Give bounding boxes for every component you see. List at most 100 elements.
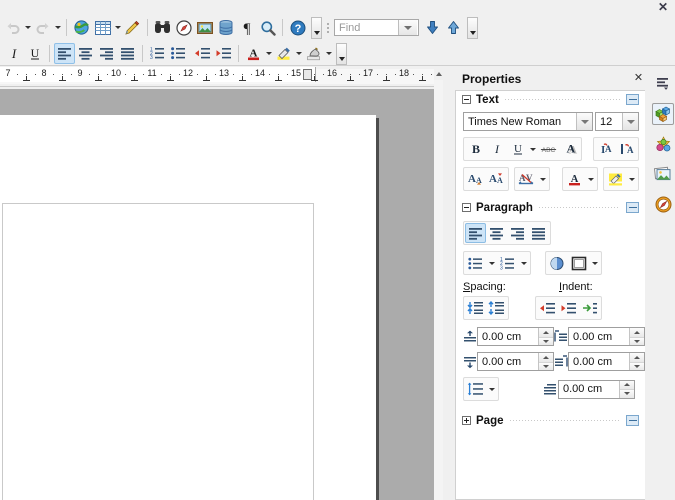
tab-navigator[interactable] — [651, 191, 675, 217]
find-toolbar-grip[interactable] — [325, 18, 331, 38]
sidebar-settings-button[interactable] — [651, 71, 675, 97]
vertical-scrollbar[interactable] — [434, 67, 443, 500]
scroll-up-button[interactable] — [434, 67, 443, 80]
set-character-spacing-button[interactable]: IA — [595, 139, 616, 159]
font-name-dropdown-caret[interactable] — [576, 113, 592, 130]
draw-functions-button[interactable] — [122, 17, 143, 38]
above-paragraph-spacing-stepper[interactable] — [538, 328, 553, 345]
paragraph-panel-more-options-button[interactable] — [626, 202, 639, 213]
tab-properties[interactable] — [651, 101, 675, 127]
search-dropdown-caret[interactable] — [398, 20, 417, 35]
ordered-list-dropdown-caret[interactable] — [518, 253, 529, 273]
sidebar-close-icon[interactable]: ✕ — [632, 72, 645, 85]
text-panel-more-options-button[interactable] — [626, 94, 639, 105]
text-panel-header[interactable]: Text — [456, 91, 645, 108]
ruler-tab-stop[interactable] — [131, 76, 138, 81]
paragraph-border-dropdown-caret[interactable] — [589, 253, 600, 273]
paragraph-border-button[interactable] — [568, 253, 589, 273]
redo-button[interactable] — [32, 17, 53, 38]
vertical-scrollbar-track[interactable] — [434, 80, 443, 500]
page-panel-header[interactable]: Page — [456, 412, 645, 429]
line-spacing-dropdown-caret[interactable] — [486, 379, 497, 399]
tab-styles[interactable] — [651, 131, 675, 157]
insert-hyperlink-button[interactable] — [71, 17, 92, 38]
insert-table-dropdown-caret[interactable] — [113, 17, 122, 38]
find-previous-button[interactable] — [443, 17, 464, 38]
search-input[interactable] — [335, 20, 398, 35]
font-color-dropdown-caret[interactable] — [264, 43, 273, 64]
tab-gallery[interactable] — [651, 161, 675, 187]
italic-button[interactable]: I — [486, 139, 507, 159]
strikethrough-button[interactable]: ABC — [538, 139, 559, 159]
align-left-button[interactable] — [465, 223, 486, 243]
font-color-button[interactable]: A — [564, 169, 585, 189]
unordered-list-button[interactable] — [168, 43, 189, 64]
navigator-button[interactable] — [173, 17, 194, 38]
first-line-indent-field[interactable]: 0.00 cm — [558, 379, 635, 399]
increase-paragraph-spacing-button[interactable] — [465, 298, 486, 318]
document-page[interactable] — [0, 115, 376, 500]
find-next-button[interactable] — [422, 17, 443, 38]
formatting-toolbar-overflow-button[interactable] — [336, 42, 347, 65]
highlighting-color-dropdown-caret[interactable] — [626, 169, 637, 189]
decrease-font-size-button[interactable]: AA — [486, 169, 507, 189]
ruler-tab-stop[interactable] — [275, 76, 282, 81]
font-size-combobox[interactable]: 12 — [595, 112, 639, 131]
unordered-list-dropdown-caret[interactable] — [486, 253, 497, 273]
undo-dropdown-caret[interactable] — [23, 17, 32, 38]
undo-button[interactable] — [2, 17, 23, 38]
page-panel-more-options-button[interactable] — [626, 415, 639, 426]
below-paragraph-spacing-field[interactable]: 0.00 cm — [477, 352, 554, 371]
below-paragraph-spacing-stepper[interactable] — [538, 353, 553, 370]
before-text-indent-field[interactable]: 0.00 cm — [568, 327, 645, 346]
hanging-indent-button[interactable] — [579, 298, 600, 318]
unordered-list-button[interactable] — [465, 253, 486, 273]
align-left-button[interactable] — [54, 43, 75, 64]
close-window-icon[interactable]: ✕ — [656, 1, 670, 14]
horizontal-ruler[interactable]: 7 8 9 10 11 12 13 14 15 16 17 18 — [0, 67, 443, 89]
zoom-button[interactable] — [257, 17, 278, 38]
ruler-tab-stop[interactable] — [347, 76, 354, 81]
align-center-button[interactable] — [486, 223, 507, 243]
ruler-tab-stop[interactable] — [239, 76, 246, 81]
character-spacing-dropdown-caret[interactable] — [537, 169, 548, 189]
font-color-dropdown-caret[interactable] — [585, 169, 596, 189]
character-spacing-button[interactable]: AV — [516, 169, 537, 189]
align-justified-button[interactable] — [117, 43, 138, 64]
decrease-paragraph-spacing-button[interactable] — [486, 298, 507, 318]
first-line-indent-stepper[interactable] — [619, 380, 634, 398]
font-name-combobox[interactable]: Times New Roman — [463, 112, 593, 131]
set-line-spacing-button[interactable] — [465, 379, 486, 399]
insert-table-button[interactable] — [92, 17, 113, 38]
insert-chart-button[interactable] — [215, 17, 236, 38]
formatting-marks-button[interactable]: ¶ — [236, 17, 257, 38]
text-panel-expander[interactable] — [462, 95, 471, 104]
paragraph-panel-expander[interactable] — [462, 203, 471, 212]
ruler-tab-stop[interactable] — [203, 76, 210, 81]
highlighting-color-button[interactable] — [273, 43, 294, 64]
underline-button[interactable]: U — [24, 43, 45, 64]
font-size-dropdown-caret[interactable] — [622, 113, 638, 130]
clear-formatting-button[interactable]: A — [616, 139, 637, 159]
ruler-tab-stop[interactable] — [419, 76, 426, 81]
ruler-tab-stop[interactable] — [59, 76, 66, 81]
ruler-tab-stop[interactable] — [23, 76, 30, 81]
align-right-button[interactable] — [96, 43, 117, 64]
ruler-tab-stop[interactable] — [167, 76, 174, 81]
after-text-indent-stepper[interactable] — [629, 353, 644, 370]
highlighting-color-button[interactable] — [605, 169, 626, 189]
paragraph-panel-header[interactable]: Paragraph — [456, 199, 645, 216]
insert-image-button[interactable] — [194, 17, 215, 38]
underline-button[interactable]: U — [507, 139, 528, 159]
ruler-indent-marker[interactable] — [303, 69, 312, 80]
before-text-indent-stepper[interactable] — [629, 328, 644, 345]
increase-indent-button[interactable] — [192, 43, 213, 64]
search-input-box[interactable] — [334, 19, 419, 36]
help-button[interactable]: ? — [287, 17, 308, 38]
standard-toolbar-overflow-button[interactable] — [311, 16, 322, 39]
highlighting-color-dropdown-caret[interactable] — [294, 43, 303, 64]
after-text-indent-field[interactable]: 0.00 cm — [568, 352, 645, 371]
ordered-list-button[interactable]: 123 — [497, 253, 518, 273]
decrease-indent-button[interactable] — [558, 298, 579, 318]
italic-button[interactable]: I — [3, 43, 24, 64]
